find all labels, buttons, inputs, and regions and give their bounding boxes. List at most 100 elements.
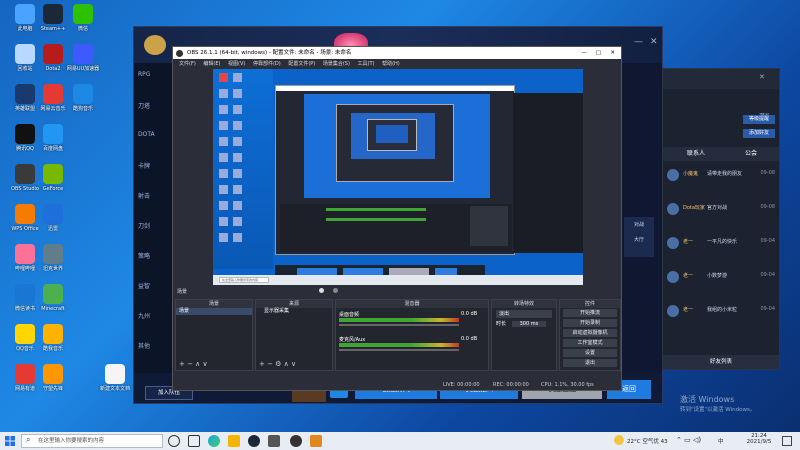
sidebar-item-other[interactable]: 其他 (138, 341, 170, 363)
desktop-icon[interactable]: 守望先锋 (30, 364, 76, 392)
friends-chat-panel[interactable]: ✕ 75% 等级提醒 添加好友 联系人 公会 小魔鬼请带走我的朋友09-08Do… (662, 68, 780, 370)
sidebar-item-shoot[interactable]: 射击 (138, 191, 170, 213)
edge-icon[interactable] (208, 435, 220, 447)
nested-search-box: 在这里输入你要搜索的内容 (219, 277, 269, 283)
menu-tools[interactable]: 工具(T) (358, 61, 375, 67)
menu-profile[interactable]: 配置文件(P) (288, 61, 315, 67)
add-friend-button[interactable]: 添加好友 (743, 129, 775, 138)
start-recording-button[interactable]: 开始录制 (563, 319, 617, 327)
menu-docks[interactable]: 停靠部件(D) (253, 61, 281, 67)
app-icon[interactable] (268, 435, 280, 447)
desktop-icon[interactable]: 迅雷 (30, 204, 76, 232)
menu-scene-collection[interactable]: 场景集合(S) (323, 61, 350, 67)
obs-taskbar-icon[interactable] (290, 435, 302, 447)
source-item[interactable]: 显示器采集 (256, 308, 332, 315)
tab-contacts[interactable]: 联系人 (687, 147, 705, 161)
studio-mode-button[interactable]: 工作室模式 (563, 339, 617, 347)
chat-list-item[interactable]: 老一 我组的小米粒 09-04 (667, 305, 775, 325)
game-logo-icon (144, 35, 166, 55)
desktop-icon[interactable]: 百度网盘 (30, 124, 76, 152)
sidebar-item-rpg[interactable]: RPG (138, 71, 170, 93)
volume-slider[interactable] (339, 324, 459, 326)
menu-help[interactable]: 帮助(H) (382, 61, 400, 67)
chat-name: 小魔鬼 (683, 171, 699, 177)
chat-time: 09-04 (760, 238, 775, 244)
obs-preview[interactable]: 在这里输入你要搜索的内容 (213, 69, 583, 285)
search-input[interactable]: 在这里输入你要搜索的内容 (21, 434, 163, 448)
steam-icon[interactable] (248, 435, 260, 447)
scenes-dock-title: 场景 (176, 300, 252, 308)
desktop-icon[interactable]: 坦克世界 (30, 244, 76, 272)
chat-list-item[interactable]: Dota玩家 官方对战 09-08 (667, 203, 775, 223)
weather-text[interactable]: 22°C 空气优 43 (627, 437, 668, 445)
sources-dock-title: 来源 (256, 300, 332, 308)
chat-list-item[interactable]: 小魔鬼 请带走我的朋友 09-08 (667, 169, 775, 189)
app-icon (43, 284, 63, 304)
sidebar-item-jiuzhou[interactable]: 九州 (138, 311, 170, 333)
chat-list-item[interactable]: 老一 一平凡的快乐 09-04 (667, 237, 775, 257)
sidebar-item-puzzle[interactable]: 益智 (138, 281, 170, 303)
avatar (667, 305, 679, 317)
filters-icon[interactable] (333, 288, 338, 293)
virtual-camera-button[interactable]: 启动虚拟摄像机 (563, 329, 617, 337)
sidebar-item-cards[interactable]: 卡牌 (138, 161, 170, 183)
cortana-icon[interactable] (168, 435, 180, 447)
close-icon[interactable]: ✕ (759, 73, 765, 81)
start-streaming-button[interactable]: 开始推流 (563, 309, 617, 317)
maximize-icon[interactable]: □ (596, 47, 601, 59)
avatar (667, 169, 679, 181)
desktop-icon[interactable]: 微信 (60, 4, 106, 32)
task-view-icon[interactable] (188, 435, 200, 447)
menu-file[interactable]: 文件(F) (179, 61, 196, 67)
obs-title-text: OBS 26.1.1 (64-bit, windows) - 配置文件: 未命名… (187, 50, 352, 56)
notification-icon[interactable] (782, 436, 792, 446)
file-explorer-icon[interactable] (228, 435, 240, 447)
minimize-icon[interactable]: — (634, 37, 643, 47)
chat-name: 老一 (683, 273, 694, 279)
friends-list-footer[interactable]: 好友列表 (663, 355, 779, 369)
chat-list-item[interactable]: 老一 小数梦游 09-04 (667, 271, 775, 291)
sidebar-item-sword[interactable]: 刀剑 (138, 221, 170, 243)
menu-edit[interactable]: 编辑(E) (203, 61, 220, 67)
settings-button[interactable]: 设置 (563, 349, 617, 357)
transition-select[interactable]: 淡出 (496, 310, 552, 318)
desktop-icon[interactable]: 酷我音乐 (30, 324, 76, 352)
desktop-icon[interactable]: GeForce (30, 164, 76, 192)
close-icon[interactable]: ✕ (610, 47, 615, 59)
sidebar-item-dota[interactable]: 刀塔 (138, 101, 170, 123)
ime-indicator[interactable]: 中 (718, 437, 724, 445)
chat-name: 老一 (683, 239, 694, 245)
exit-button[interactable]: 退出 (563, 359, 617, 367)
level-remind-button[interactable]: 等级提醒 (743, 115, 775, 124)
source-toolbar[interactable]: + − ⚙ ∧ ∨ (259, 360, 296, 368)
obs-statusbar: LIVE: 00:00:00 REC: 00:00:00 CPU: 1.1%, … (173, 380, 621, 390)
app-icon (73, 4, 93, 24)
scene-item[interactable]: 场景 (176, 308, 252, 315)
obs-window[interactable]: OBS 26.1.1 (64-bit, windows) - 配置文件: 未命名… (172, 46, 622, 391)
avatar (667, 237, 679, 249)
minimize-icon[interactable]: — (582, 47, 588, 59)
desktop-icon[interactable]: 网易UU加速器 (60, 44, 106, 72)
app-icon (73, 84, 93, 104)
desktop-icon-label: 迅雷 (47, 226, 58, 232)
start-icon[interactable] (5, 436, 15, 446)
menu-view[interactable]: 视图(V) (228, 61, 245, 67)
scene-toolbar[interactable]: + − ∧ ∨ (179, 360, 208, 368)
tab-guild[interactable]: 公会 (745, 147, 757, 161)
mixer-track-name: 麦克风/Aux (339, 337, 366, 343)
volume-slider[interactable] (339, 349, 459, 351)
duration-input[interactable]: 300 ms (511, 321, 547, 327)
desktop-icon[interactable]: 新建文本文档 (92, 364, 138, 392)
desktop-icon[interactable]: Minecraft (30, 284, 76, 312)
chat-time: 09-04 (760, 306, 775, 312)
nested-docks (280, 204, 512, 252)
close-icon[interactable]: ✕ (650, 37, 658, 47)
sidebar-item-strategy[interactable]: 策略 (138, 251, 170, 273)
rec-status: REC: 00:00:00 (493, 382, 529, 388)
tray-icons[interactable]: ⌃ ▭ ◁) (676, 436, 701, 444)
sidebar-item-dota2[interactable]: DOTA (138, 131, 170, 153)
side-label: 对战 (633, 222, 644, 228)
game-taskbar-icon[interactable] (310, 435, 322, 447)
clock[interactable]: 21:24 2021/9/5 (742, 433, 776, 445)
desktop-icon[interactable]: 酷狗音乐 (60, 84, 106, 112)
